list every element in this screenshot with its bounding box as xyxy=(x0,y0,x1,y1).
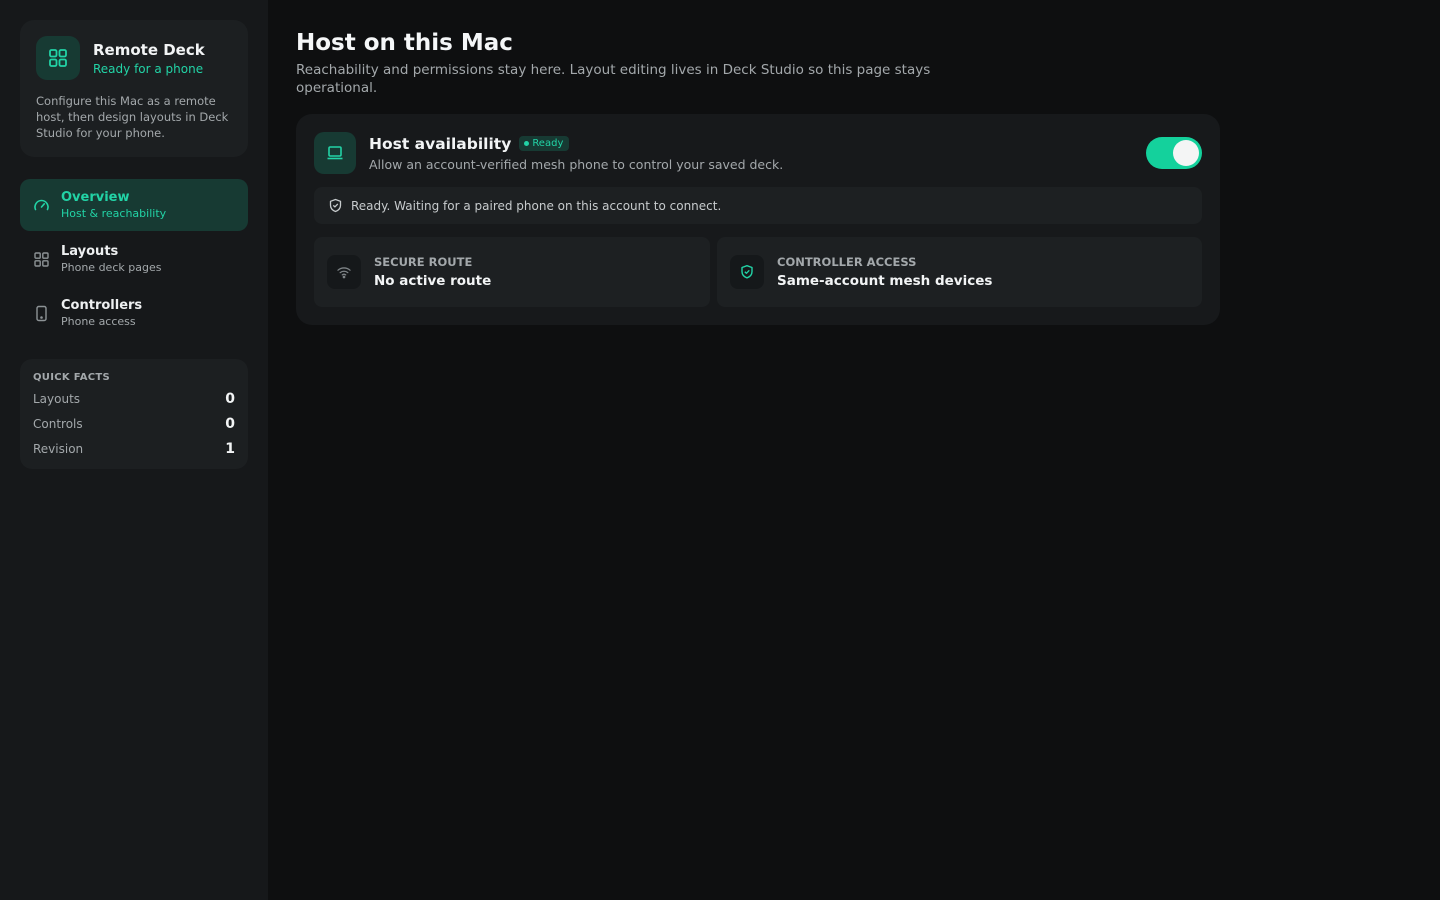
connection-status-text: Ready. Waiting for a paired phone on thi… xyxy=(351,198,722,213)
sidebar: Remote Deck Ready for a phone Configure … xyxy=(0,0,268,900)
fact-value: 0 xyxy=(225,390,235,407)
secure-route-label: SECURE ROUTE xyxy=(374,255,473,269)
secure-route-value: No active route xyxy=(374,273,492,289)
main-content: Host on this Mac Reachability and permis… xyxy=(296,30,1220,325)
connection-status-bar: Ready. Waiting for a paired phone on thi… xyxy=(314,187,1202,224)
host-availability-card: Host availability Ready Allow an account… xyxy=(296,114,1220,325)
sidebar-item-label: Layouts xyxy=(61,244,119,259)
grid-icon xyxy=(36,36,80,80)
fact-row-controls: Controls 0 xyxy=(33,411,235,436)
fact-label: Controls xyxy=(33,416,83,431)
controller-access-value: Same-account mesh devices xyxy=(777,273,993,289)
secure-route-tile: SECURE ROUTE No active route xyxy=(314,237,710,307)
sidebar-item-controllers[interactable]: Controllers Phone access xyxy=(20,287,248,339)
laptop-icon xyxy=(314,132,356,174)
app-title: Remote Deck xyxy=(93,40,205,59)
host-availability-description: Allow an account-verified mesh phone to … xyxy=(369,156,784,172)
fact-value: 1 xyxy=(225,440,235,457)
fact-value: 0 xyxy=(225,415,235,432)
sidebar-item-subtitle: Phone access xyxy=(61,315,136,328)
fact-row-revision: Revision 1 xyxy=(33,436,235,461)
sidebar-nav: Overview Host & reachability Layouts Pho… xyxy=(20,179,248,339)
host-availability-toggle[interactable] xyxy=(1146,137,1202,169)
status-dot xyxy=(524,141,530,146)
controller-access-label: CONTROLLER ACCESS xyxy=(777,255,917,269)
fact-label: Revision xyxy=(33,441,84,456)
grid-icon xyxy=(32,250,50,268)
fact-label: Layouts xyxy=(33,391,81,406)
sidebar-item-overview[interactable]: Overview Host & reachability xyxy=(20,179,248,231)
fact-row-layouts: Layouts 0 xyxy=(33,386,235,411)
sidebar-item-subtitle: Phone deck pages xyxy=(61,261,162,274)
wifi-icon xyxy=(327,255,361,289)
toggle-knob xyxy=(1173,140,1199,166)
sidebar-item-layouts[interactable]: Layouts Phone deck pages xyxy=(20,233,248,285)
quick-facts-title: QUICK FACTS xyxy=(33,372,110,383)
gauge-icon xyxy=(32,196,50,214)
shield-icon xyxy=(328,198,343,213)
brand-card: Remote Deck Ready for a phone Configure … xyxy=(20,20,248,157)
phone-icon xyxy=(32,304,50,322)
status-badge-label: Ready xyxy=(532,138,564,149)
host-availability-title: Host availability xyxy=(369,134,512,153)
controller-access-tile: CONTROLLER ACCESS Same-account mesh devi… xyxy=(717,237,1202,307)
quick-facts: QUICK FACTS Layouts 0 Controls 0 Revisio… xyxy=(20,359,248,469)
status-badge: Ready xyxy=(519,136,570,151)
app-description: Configure this Mac as a remote host, the… xyxy=(36,94,229,140)
app-status: Ready for a phone xyxy=(93,61,204,76)
info-tiles: SECURE ROUTE No active route CONTROLLER … xyxy=(314,237,1202,307)
sidebar-item-label: Overview xyxy=(61,190,130,205)
page-title: Host on this Mac xyxy=(296,30,513,56)
sidebar-item-subtitle: Host & reachability xyxy=(61,207,167,220)
page-subtitle: Reachability and permissions stay here. … xyxy=(296,62,931,96)
shield-check-icon xyxy=(730,255,764,289)
sidebar-item-label: Controllers xyxy=(61,298,143,313)
